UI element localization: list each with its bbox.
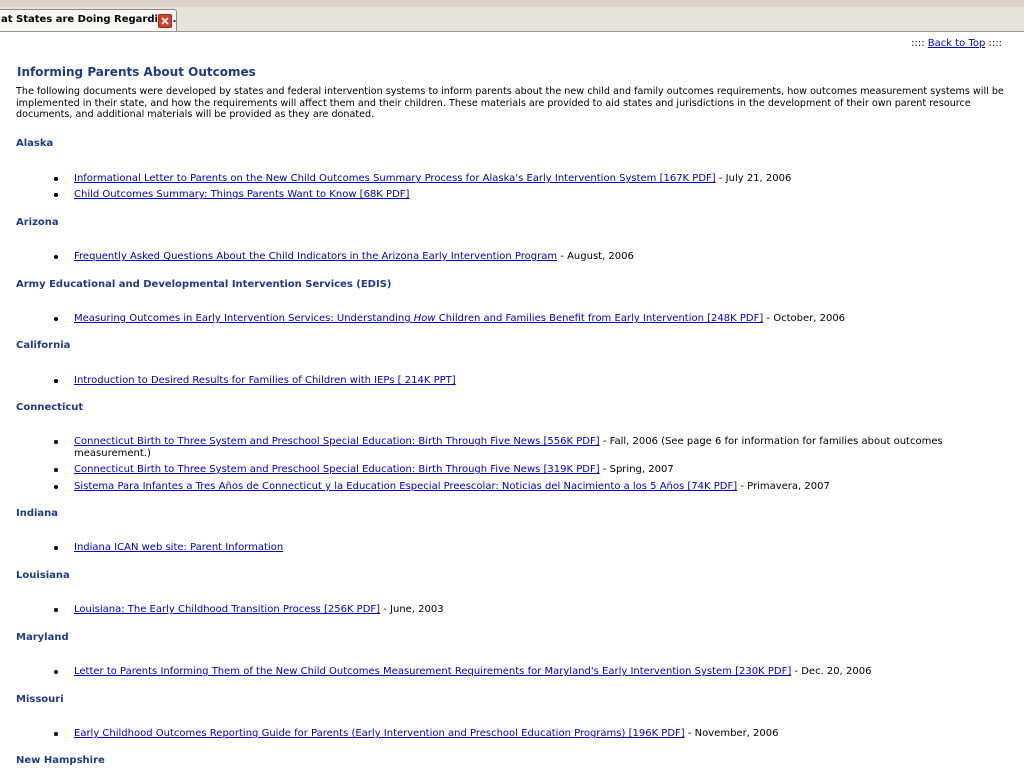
state-heading: Maryland (16, 632, 69, 643)
bullet-icon (54, 485, 58, 489)
bullet-icon (54, 177, 58, 181)
list-item: Sistema Para Infantes a Tres Años de Con… (54, 481, 974, 493)
state-heading: New Hampshire (16, 755, 105, 766)
bullet-icon (54, 379, 58, 383)
document-link[interactable]: Sistema Para Infantes a Tres Años de Con… (74, 481, 737, 492)
bullet-icon (54, 608, 58, 612)
page-content: :::: Back to Top :::: Informing Parents … (0, 32, 1024, 768)
list-item: Letter to Parents Informing Them of the … (54, 666, 974, 678)
state-heading: Missouri (16, 694, 64, 705)
document-date: - June, 2003 (380, 604, 444, 615)
list-item: Indiana ICAN web site: Parent Informatio… (54, 542, 974, 554)
list-item: Early Childhood Outcomes Reporting Guide… (54, 728, 974, 740)
list-item: Child Outcomes Summary: Things Parents W… (54, 189, 974, 201)
document-link[interactable]: Frequently Asked Questions About the Chi… (74, 251, 557, 262)
bullet-icon (54, 468, 58, 472)
bullet-icon (54, 440, 58, 444)
browser-tab-title: at States are Doing Regardin... (1, 14, 177, 25)
bullet-icon (54, 255, 58, 259)
emphasis: How (413, 313, 436, 324)
document-link[interactable]: Indiana ICAN web site: Parent Informatio… (74, 542, 283, 553)
back-to-top-link[interactable]: Back to Top (928, 38, 986, 49)
bullet-icon (54, 193, 58, 197)
back-to-top: :::: Back to Top :::: (911, 38, 1002, 49)
bullet-icon (54, 546, 58, 550)
document-link[interactable]: Connecticut Birth to Three System and Pr… (74, 464, 600, 475)
list-item: Measuring Outcomes in Early Intervention… (54, 313, 974, 325)
document-date: - October, 2006 (763, 313, 846, 324)
document-date: - November, 2006 (684, 728, 779, 739)
document-link[interactable]: Louisiana: The Early Childhood Transitio… (74, 604, 380, 615)
document-link[interactable]: Child Outcomes Summary: Things Parents W… (74, 189, 409, 200)
list-item: Louisiana: The Early Childhood Transitio… (54, 604, 974, 616)
state-heading: Army Educational and Developmental Inter… (16, 279, 392, 290)
bullet-icon (54, 317, 58, 321)
list-item: Informational Letter to Parents on the N… (54, 173, 974, 185)
list-item: Connecticut Birth to Three System and Pr… (54, 464, 974, 476)
browser-tab-bar: at States are Doing Regardin... (0, 7, 1024, 32)
document-date: - Dec. 20, 2006 (791, 666, 872, 677)
document-link[interactable]: Informational Letter to Parents on the N… (74, 173, 716, 184)
close-tab-icon[interactable] (158, 14, 172, 28)
document-link[interactable]: Early Childhood Outcomes Reporting Guide… (74, 728, 685, 739)
list-item: Connecticut Birth to Three System and Pr… (54, 436, 974, 459)
state-heading: Connecticut (16, 402, 84, 413)
bullet-icon (54, 732, 58, 736)
list-item: Introduction to Desired Results for Fami… (54, 375, 974, 387)
bullet-icon (54, 670, 58, 674)
state-heading: Alaska (16, 138, 54, 149)
page-title: Informing Parents About Outcomes (17, 65, 256, 79)
state-heading: Arizona (16, 217, 59, 228)
document-link[interactable]: Letter to Parents Informing Them of the … (74, 666, 791, 677)
document-date: - August, 2006 (557, 251, 634, 262)
state-heading: Louisiana (16, 570, 70, 581)
list-item: Frequently Asked Questions About the Chi… (54, 251, 974, 263)
state-heading: California (16, 340, 71, 351)
document-date: - Spring, 2007 (599, 464, 674, 475)
document-date: - Primavera, 2007 (737, 481, 830, 492)
browser-tab[interactable]: at States are Doing Regardin... (0, 9, 177, 31)
back-to-top-suffix: :::: (985, 38, 1002, 49)
document-link[interactable]: Connecticut Birth to Three System and Pr… (74, 436, 600, 447)
document-link[interactable]: Introduction to Desired Results for Fami… (74, 375, 456, 386)
state-heading: Indiana (16, 508, 59, 519)
back-to-top-prefix: :::: (911, 38, 928, 49)
document-date: - July 21, 2006 (715, 173, 792, 184)
intro-paragraph: The following documents were developed b… (16, 86, 1004, 120)
document-link[interactable]: Measuring Outcomes in Early Intervention… (74, 313, 763, 324)
